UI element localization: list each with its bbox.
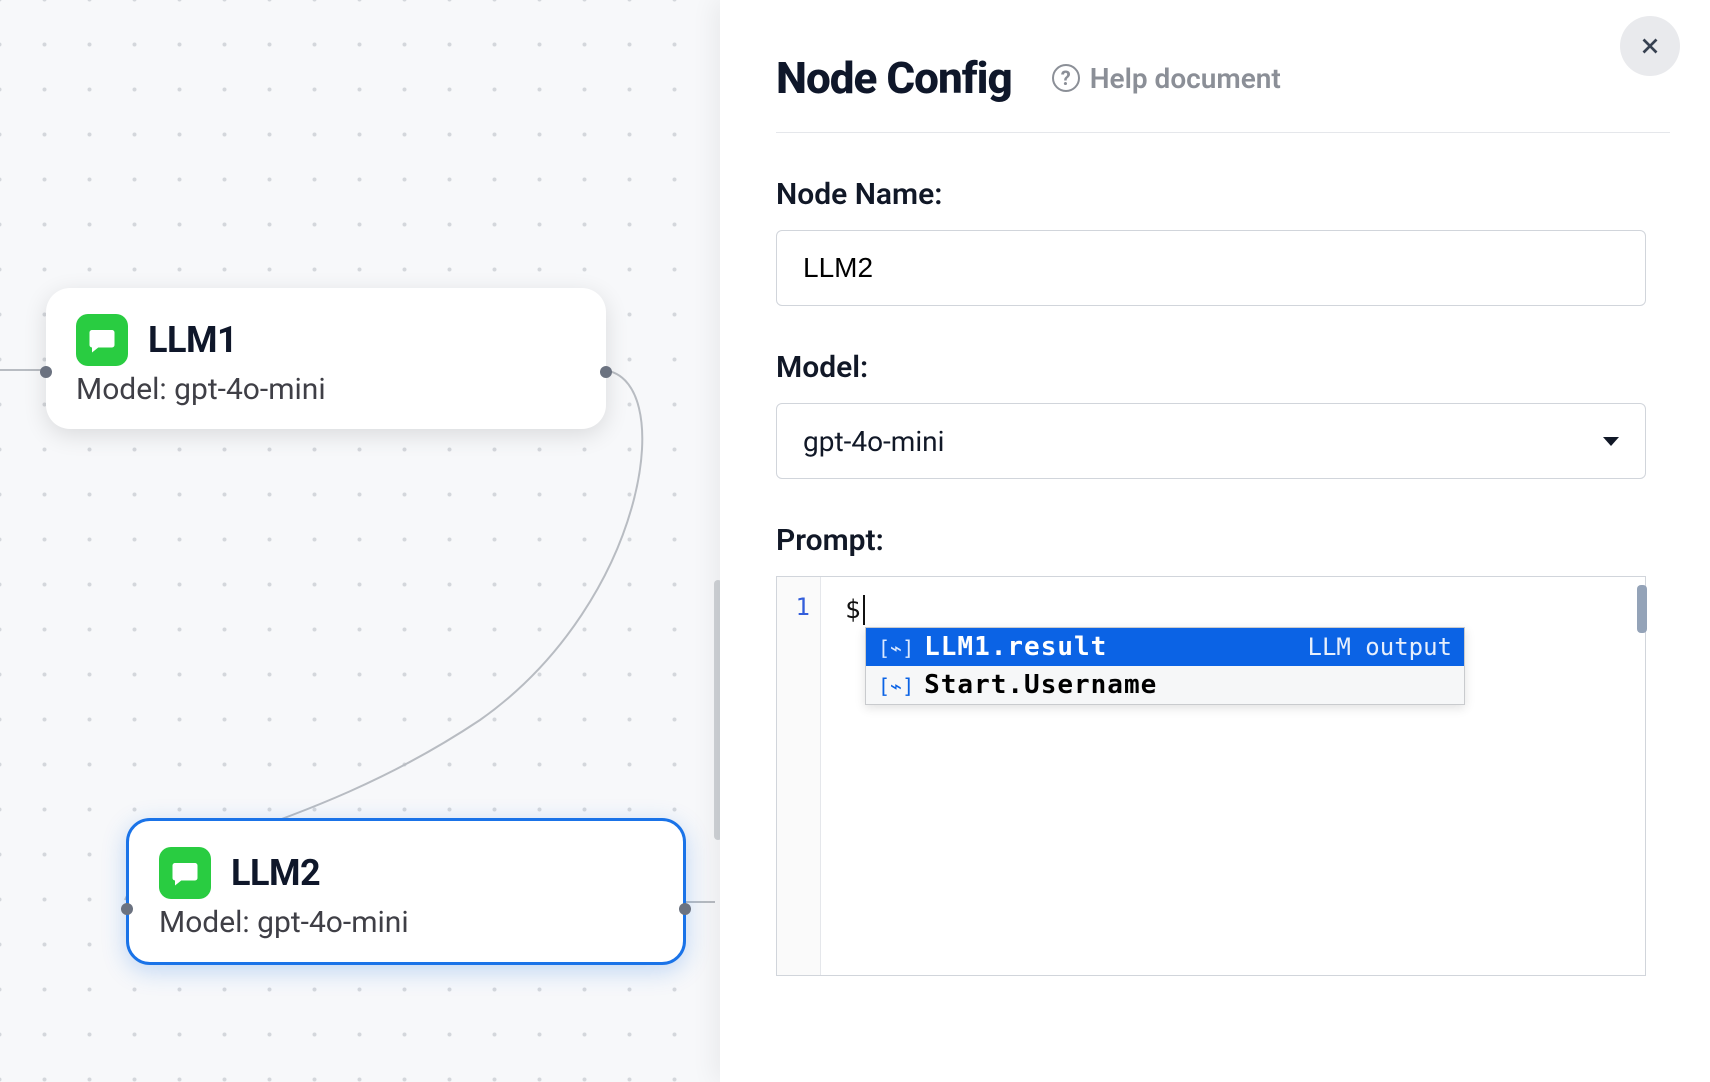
help-icon: ? — [1052, 64, 1080, 92]
autocomplete-popup: [⌁] LLM1.result LLM output [⌁] Start.Use… — [865, 627, 1465, 705]
node-subtitle: Model: gpt-4o-mini — [159, 905, 653, 940]
help-link-label: Help document — [1090, 62, 1281, 95]
help-document-link[interactable]: ? Help document — [1052, 62, 1281, 95]
variable-icon: [⌁] — [878, 672, 914, 698]
model-selected-value: gpt-4o-mini — [803, 425, 944, 458]
model-select[interactable]: gpt-4o-mini — [776, 403, 1646, 479]
node-name-input[interactable] — [803, 231, 1619, 305]
prompt-text: $ — [845, 595, 861, 625]
autocomplete-item-start-username[interactable]: [⌁] Start.Username — [866, 666, 1464, 704]
panel-title: Node Config — [776, 52, 1012, 104]
close-button[interactable] — [1620, 16, 1680, 76]
prompt-label: Prompt: — [776, 523, 1670, 558]
prompt-editor[interactable]: 1 $ [⌁] LLM1.result LLM output [⌁] Start… — [776, 576, 1646, 976]
editor-gutter: 1 — [777, 577, 821, 975]
node-llm2[interactable]: LLM2 Model: gpt-4o-mini — [126, 818, 686, 965]
node-llm1[interactable]: LLM1 Model: gpt-4o-mini — [46, 288, 606, 429]
workflow-canvas[interactable]: LLM1 Model: gpt-4o-mini LLM2 Model: gpt-… — [0, 0, 715, 1082]
chat-icon — [159, 847, 211, 899]
node-title: LLM2 — [231, 852, 320, 894]
model-label: Model: — [776, 350, 1670, 385]
editor-scrollbar[interactable] — [1637, 585, 1647, 633]
autocomplete-item-llm1-result[interactable]: [⌁] LLM1.result LLM output — [866, 628, 1464, 666]
handle-out[interactable] — [679, 903, 691, 915]
variable-icon: [⌁] — [878, 634, 914, 660]
text-caret — [863, 595, 865, 625]
chevron-down-icon — [1603, 437, 1619, 446]
node-name-label: Node Name: — [776, 177, 1670, 212]
node-name-input-wrap — [776, 230, 1646, 306]
handle-in[interactable] — [40, 366, 52, 378]
node-config-panel: Node Config ? Help document Node Name: M… — [720, 0, 1710, 1082]
handle-out[interactable] — [600, 366, 612, 378]
node-subtitle: Model: gpt-4o-mini — [76, 372, 576, 407]
handle-in[interactable] — [121, 903, 133, 915]
node-title: LLM1 — [148, 319, 237, 361]
chat-icon — [76, 314, 128, 366]
